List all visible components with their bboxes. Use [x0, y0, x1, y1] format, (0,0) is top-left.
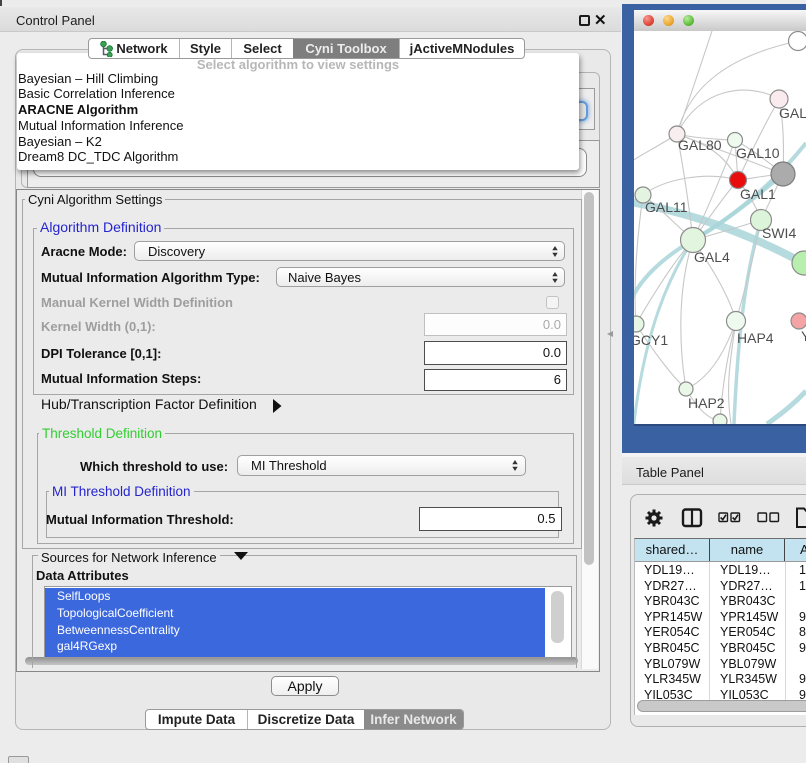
svg-text:GCY1: GCY1 [634, 332, 668, 348]
svg-text:SWI4: SWI4 [762, 225, 796, 241]
svg-text:GAL1: GAL1 [740, 186, 776, 202]
svg-text:HAP4: HAP4 [737, 330, 774, 346]
svg-text:GAL7: GAL7 [779, 105, 806, 121]
svg-text:HAP2: HAP2 [688, 395, 725, 411]
svg-text:GAL11: GAL11 [645, 199, 688, 215]
svg-text:GAL10: GAL10 [736, 145, 780, 161]
svg-text:GAL80: GAL80 [678, 137, 722, 153]
svg-text:Y: Y [801, 328, 806, 344]
svg-text:GAL4: GAL4 [694, 249, 730, 265]
